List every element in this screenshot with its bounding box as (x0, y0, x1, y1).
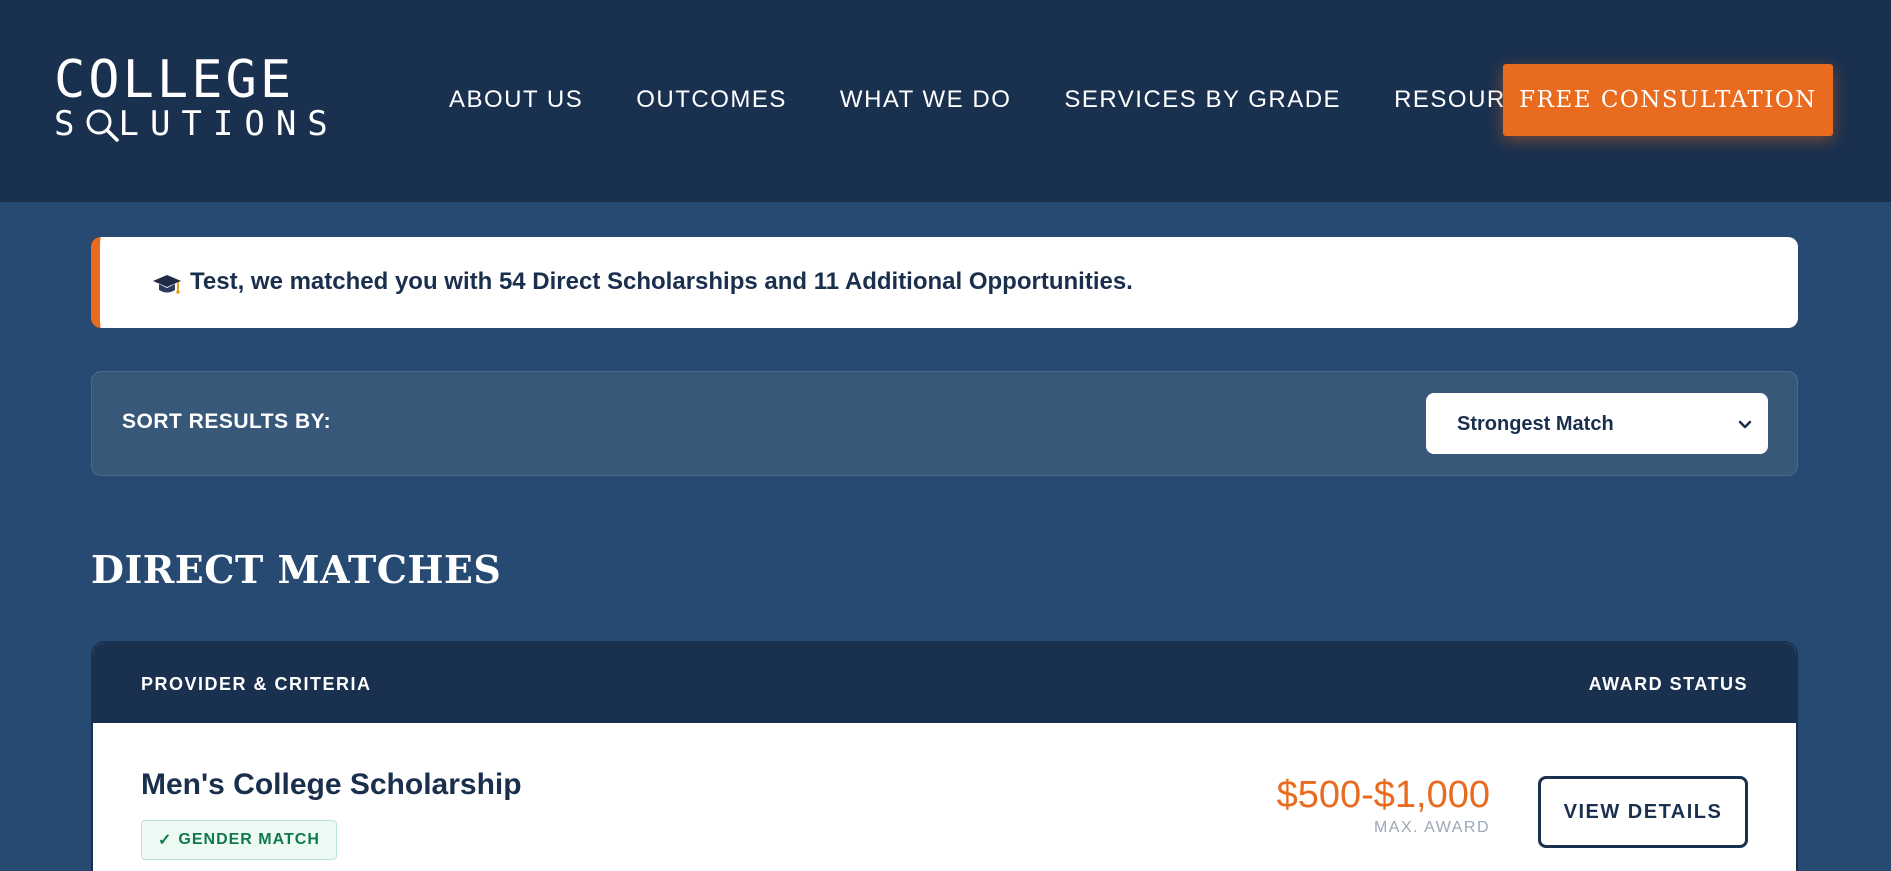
match-summary-banner: Test, we matched you with 54 Direct Scho… (91, 237, 1798, 328)
sort-bar: SORT RESULTS BY: Strongest Match (91, 371, 1798, 476)
nav-about-us[interactable]: ABOUT US (449, 84, 583, 116)
table-row: Men's College Scholarship ✓ GENDER MATCH… (93, 723, 1796, 871)
checkmark-icon: ✓ (158, 832, 173, 849)
award-amount-label: MAX. AWARD (1373, 819, 1490, 836)
nav-services-by-grade[interactable]: SERVICES BY GRADE (1064, 84, 1341, 116)
graduation-cap-icon (152, 269, 182, 299)
chevron-down-icon (1738, 416, 1752, 435)
table-header: PROVIDER & CRITERIA AWARD STATUS (93, 643, 1796, 723)
sort-label: SORT RESULTS BY: (122, 410, 332, 433)
free-consultation-button[interactable]: FREE CONSULTATION (1503, 64, 1833, 136)
sort-select[interactable]: Strongest Match (1426, 393, 1768, 454)
column-header-award-status: AWARD STATUS (1588, 674, 1748, 694)
section-title-direct-matches: DIRECT MATCHES (91, 547, 502, 592)
status-badge: ✓ GENDER MATCH (141, 820, 337, 860)
view-details-button[interactable]: VIEW DETAILS (1538, 776, 1748, 848)
logo-word-college: COLLEGE (54, 50, 295, 110)
site-header: COLLEGE S LUTIONS ABOUT US OUTCOMES WHAT … (0, 0, 1891, 202)
column-header-provider: PROVIDER & CRITERIA (141, 674, 372, 694)
college-solutions-logo[interactable]: COLLEGE S LUTIONS (54, 50, 328, 144)
nav-what-we-do[interactable]: WHAT WE DO (840, 84, 1011, 116)
logo-letters-lutions: LUTIONS (118, 104, 339, 144)
logo-letter-s: S (54, 104, 86, 144)
main-nav: ABOUT US OUTCOMES WHAT WE DO SERVICES BY… (449, 84, 1560, 116)
logo-word-solutions: S LUTIONS (54, 104, 339, 144)
badge-label: GENDER MATCH (178, 831, 320, 848)
magnifier-icon (85, 104, 120, 144)
match-summary-text: Test, we matched you with 54 Direct Scho… (190, 268, 1133, 295)
award-amount: $500-$1,000 (1276, 774, 1490, 816)
nav-outcomes[interactable]: OUTCOMES (636, 84, 787, 116)
scholarship-title: Men's College Scholarship (141, 768, 522, 801)
scholarship-table: PROVIDER & CRITERIA AWARD STATUS Men's C… (91, 641, 1798, 871)
sort-selected-value: Strongest Match (1457, 413, 1614, 435)
